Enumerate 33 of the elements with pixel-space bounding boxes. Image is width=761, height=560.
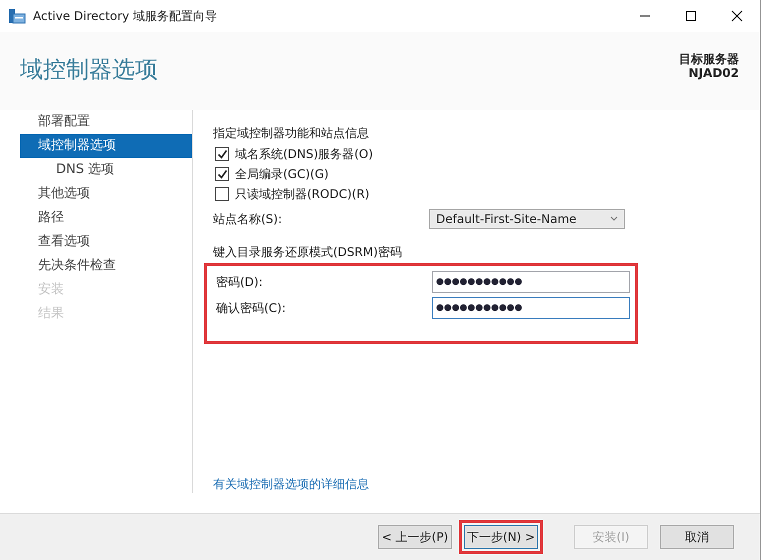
checkbox-label: 全局编录(GC)(G) [235, 166, 329, 182]
checkbox[interactable] [215, 147, 229, 161]
nav-item[interactable]: 查看选项 [20, 230, 192, 254]
field-label: 站点名称(S): [213, 210, 284, 228]
nav-item[interactable]: 先决条件检查 [20, 254, 192, 278]
section-title: 键入目录服务还原模式(DSRM)密码 [213, 244, 403, 261]
target-server-label: 目标服务器 [679, 52, 739, 66]
help-link[interactable]: 有关域控制器选项的详细信息 [213, 476, 369, 493]
nav-item[interactable]: DNS 选项 [20, 158, 192, 182]
field-label: 密码(D): [216, 274, 264, 290]
wizard-button[interactable]: 取消 [660, 525, 734, 549]
wizard-button[interactable]: 下一步(N) > [464, 525, 538, 549]
maximize-icon[interactable] [685, 10, 697, 22]
checkbox[interactable] [215, 167, 229, 181]
checkbox-label: 域名系统(DNS)服务器(O) [235, 146, 374, 162]
nav-item[interactable]: 其他选项 [20, 182, 192, 206]
site-dropdown[interactable]: Default-First-Site-Name [429, 209, 625, 229]
section-title: 指定域控制器功能和站点信息 [213, 125, 370, 142]
nav-item[interactable]: 部署配置 [20, 110, 192, 134]
chevron-down-icon [610, 216, 618, 222]
window-title: Active Directory 域服务配置向导 [33, 8, 218, 24]
server-icon [8, 8, 26, 24]
page-title: 域控制器选项 [20, 56, 158, 85]
checkbox[interactable] [215, 187, 229, 201]
password-field[interactable]: ●●●●●●●●●●● [432, 297, 630, 319]
nav-item[interactable]: 域控制器选项 [20, 134, 192, 158]
password-field[interactable]: ●●●●●●●●●●● [432, 271, 630, 293]
close-icon[interactable] [731, 10, 743, 22]
nav-item[interactable]: 路径 [20, 206, 192, 230]
target-server-name: NJAD02 [688, 66, 739, 80]
field-label: 确认密码(C): [216, 300, 287, 316]
wizard-button[interactable]: < 上一步(P) [378, 525, 452, 549]
checkbox-label: 只读域控制器(RODC)(R) [235, 186, 370, 202]
